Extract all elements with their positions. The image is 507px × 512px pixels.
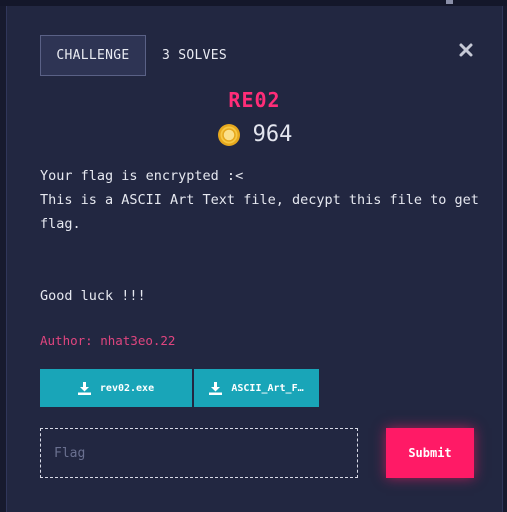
- tab-solves[interactable]: 3 SOLVES: [162, 48, 227, 63]
- points-value: 964: [252, 122, 293, 147]
- description-line: Your flag is encrypted :<: [40, 168, 244, 184]
- tab-challenge[interactable]: CHALLENGE: [40, 35, 146, 76]
- challenge-description: Your flag is encrypted :< This is a ASCI…: [40, 164, 480, 308]
- flag-input[interactable]: [40, 428, 358, 478]
- file-download-button[interactable]: rev02.exe: [40, 369, 192, 407]
- description-line: This is a ASCII Art Text file, decypt th…: [40, 192, 479, 232]
- modal-tabs: CHALLENGE 3 SOLVES: [40, 35, 227, 76]
- download-icon: [209, 381, 223, 395]
- file-name: rev02.exe: [99, 382, 155, 394]
- coin-icon: [217, 123, 240, 146]
- close-icon[interactable]: [458, 42, 474, 58]
- top-strip-marker: [446, 0, 453, 4]
- description-line: ​: [40, 236, 480, 260]
- download-icon: [77, 381, 91, 395]
- file-download-button[interactable]: ASCII_Art_F…: [194, 369, 319, 407]
- submit-button[interactable]: Submit: [386, 428, 474, 478]
- file-name: ASCII_Art_F…: [231, 382, 304, 394]
- challenge-points: 964: [7, 122, 502, 147]
- challenge-modal: CHALLENGE 3 SOLVES RE02 964 Your flag is…: [6, 6, 503, 512]
- description-line: Good luck !!!: [40, 288, 146, 304]
- description-line: ​: [40, 260, 480, 284]
- challenge-author: Author: nhat3eo.22: [40, 333, 176, 348]
- challenge-title: RE02: [228, 88, 281, 112]
